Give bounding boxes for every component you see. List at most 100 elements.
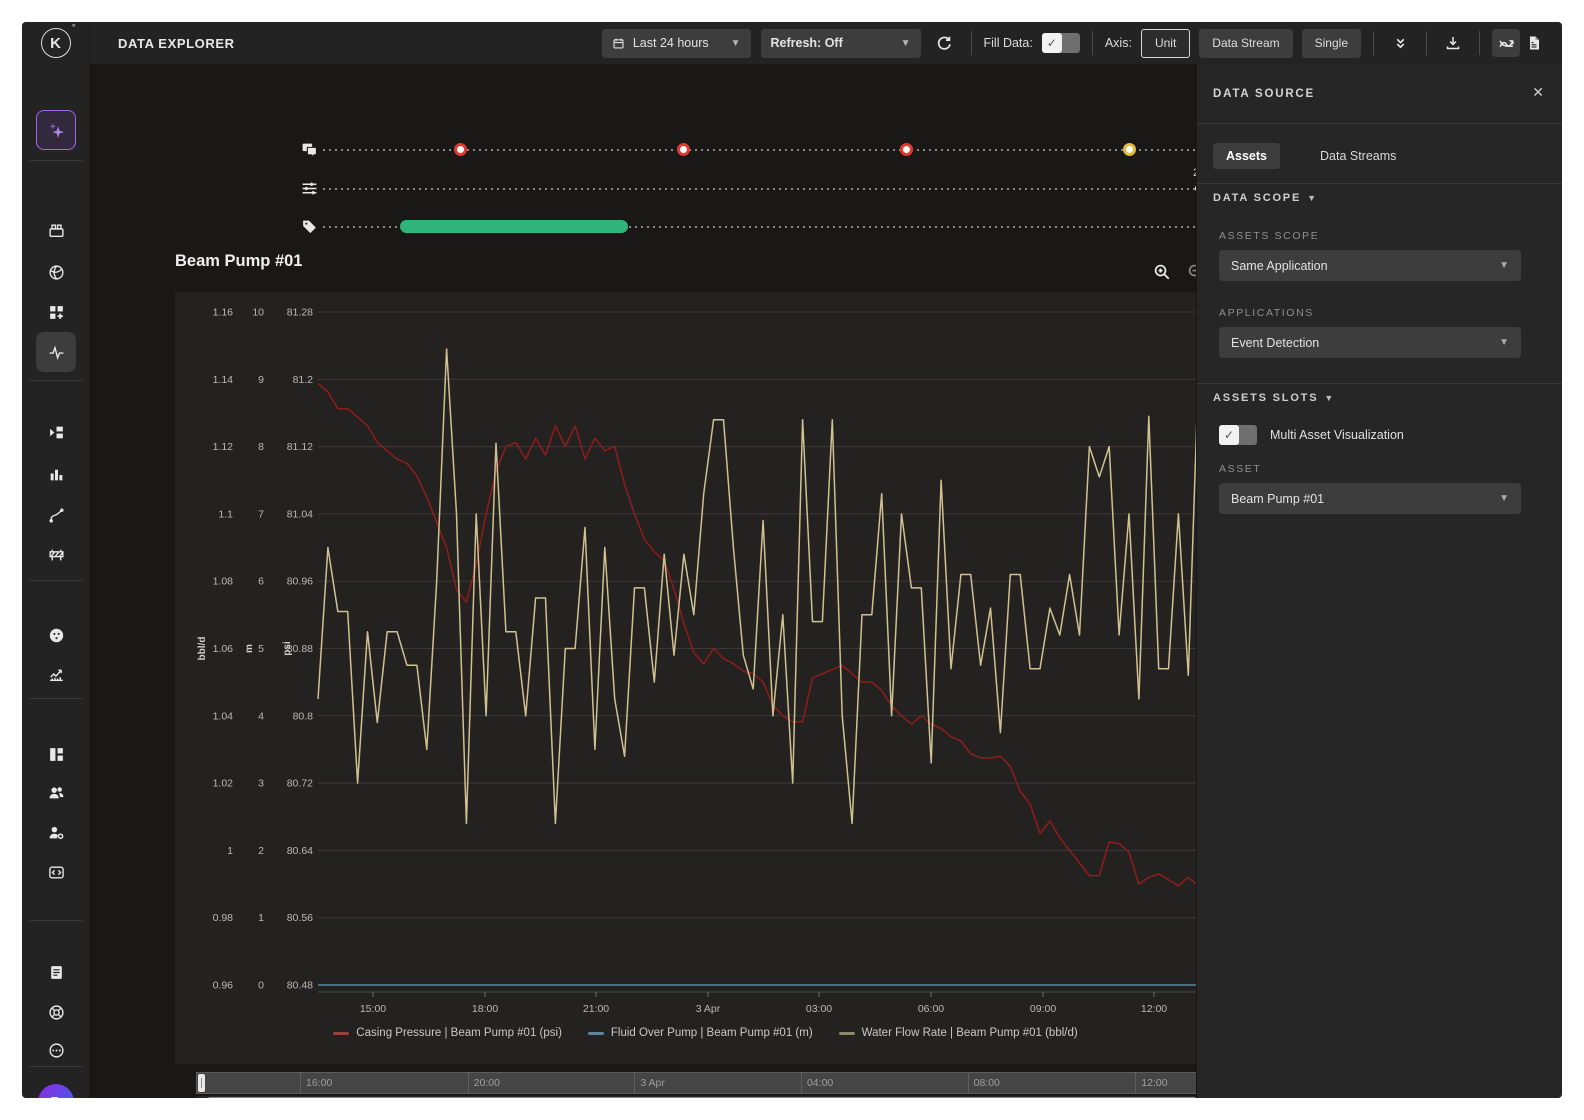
x-tick-label: 15:00 [360,1003,386,1015]
user-avatar[interactable]: D [38,1084,74,1098]
sidebar-item-code[interactable] [36,852,76,892]
applications-dropdown[interactable]: Event Detection ▼ [1219,327,1521,358]
sparkle-assistant-icon [48,122,65,139]
y-axis-title: bbl/d [197,637,208,661]
y-tick-label: 0 [258,980,264,992]
y-tick-label: 0.96 [213,980,234,992]
event-marker-red[interactable] [677,143,690,156]
x-tick-label: 21:00 [583,1003,609,1015]
minimap-tick [1135,1073,1136,1093]
timeline-minimap[interactable]: 16:0020:003 Apr04:0008:0012:00 [196,1072,1208,1094]
minimap-left-handle[interactable] [198,1074,205,1092]
sidebar-item-barrier[interactable] [36,534,76,574]
sidebar-divider [30,160,82,161]
notes-icon [48,964,65,981]
legend-item[interactable]: Fluid Over Pump | Beam Pump #01 (m) [588,1027,813,1039]
y-tick-label: 2 [258,845,264,857]
sidebar-item-workflow[interactable] [36,412,76,452]
axis-mode-data-stream-button[interactable]: Data Stream [1199,29,1292,58]
sidebar-item-trend-chart[interactable] [36,654,76,694]
axis-mode-unit-button[interactable]: Unit [1141,29,1190,58]
sidebar-item-notes[interactable] [36,952,76,992]
tab-assets[interactable]: Assets [1213,143,1280,169]
minimap-tick-label: 08:00 [974,1077,1000,1089]
collapse-all-button[interactable] [1386,29,1414,57]
close-icon[interactable]: ✕ [1532,84,1544,101]
event-marker-yellow[interactable] [1123,143,1136,156]
lane-tag-icon[interactable] [301,218,318,240]
event-range-bar[interactable] [400,220,628,233]
legend-swatch-icon [839,1032,855,1035]
top-toolbar: K DATA EXPLORER Last 24 hours ▼ Refresh:… [22,22,1562,64]
y-tick-label: 1.12 [213,441,234,453]
dashboard-add-icon [48,304,65,321]
sidebar-item-apps[interactable] [36,210,76,250]
refresh-icon [936,35,953,52]
data-source-panel: DATA SOURCE ✕ Assets Data Streams DATA S… [1196,64,1562,1098]
sidebar-item-route[interactable] [36,495,76,535]
sidebar-item-api[interactable] [36,1030,76,1070]
lane-sliders-icon[interactable] [301,180,318,202]
lane-comments-icon[interactable] [301,141,318,163]
sidebar-item-activity[interactable] [36,332,76,372]
compare-trend-button[interactable] [1492,29,1520,57]
layout-icon [48,746,65,763]
sidebar-item-globe[interactable] [36,252,76,292]
event-marker-red[interactable] [900,143,913,156]
legend-item[interactable]: Water Flow Rate | Beam Pump #01 (bbl/d) [839,1027,1078,1039]
timeseries-chart: 1.161081.281.14981.21.12881.121.1781.041… [175,292,1236,1064]
legend-item[interactable]: Casing Pressure | Beam Pump #01 (psi) [333,1027,562,1039]
sidebar-divider [30,920,82,921]
legend-label: Water Flow Rate | Beam Pump #01 (bbl/d) [862,1027,1078,1039]
y-tick-label: 1.06 [213,643,234,655]
y-tick-label: 80.72 [287,778,313,790]
sidebar-item-dashboard-add[interactable] [36,292,76,332]
refresh-select[interactable]: Refresh: Off ▼ [761,29,921,58]
zoom-in-button[interactable] [1152,262,1172,282]
chevron-down-icon: ▼ [1499,493,1509,504]
minimap-tick-label: 04:00 [807,1077,833,1089]
chevron-down-icon: ▼ [1499,260,1509,271]
y-tick-label: 6 [258,576,264,588]
sidebar-item-users[interactable] [36,772,76,812]
y-tick-label: 81.2 [293,374,314,386]
y-tick-label: 81.12 [287,441,313,453]
minimap-tick-label: 3 Apr [640,1077,665,1089]
user-settings-icon [48,824,65,841]
sliders-icon [301,180,318,197]
x-tick-label: 09:00 [1030,1003,1056,1015]
sidebar-item-sparkle-assistant[interactable] [36,110,76,150]
event-marker-red[interactable] [454,143,467,156]
sidebar-item-user-settings[interactable] [36,812,76,852]
download-button[interactable] [1439,29,1467,57]
refresh-now-button[interactable] [931,29,959,57]
data-explorer-app: K DATA EXPLORER Last 24 hours ▼ Refresh:… [22,22,1562,1098]
asset-dropdown[interactable]: Beam Pump #01 ▼ [1219,483,1521,514]
assets-slots-header[interactable]: ASSETS SLOTS▼ [1213,392,1335,404]
time-range-select[interactable]: Last 24 hours ▼ [602,29,751,58]
axis-mode-single-button[interactable]: Single [1302,29,1361,58]
chart-panel[interactable]: 1.161081.281.14981.21.12881.121.1781.041… [175,292,1236,1064]
fill-data-toggle[interactable]: ✓ [1042,33,1080,53]
y-tick-label: 3 [258,778,264,790]
app-logo[interactable]: K [22,22,90,64]
horizontal-scrollbar[interactable]: ◀ ▶ ❚❚❚ [196,1096,1208,1098]
y-tick-label: 8 [258,441,264,453]
sidebar-item-monitor-face[interactable] [36,615,76,655]
sidebar-item-layout[interactable] [36,734,76,774]
minimap-tick [801,1073,802,1093]
activity-icon [48,344,65,361]
report-button[interactable] [1520,29,1548,57]
tab-data-streams[interactable]: Data Streams [1307,143,1409,169]
sidebar-item-bar-chart[interactable] [36,454,76,494]
multi-asset-toggle[interactable]: ✓ [1219,425,1257,445]
x-tick-label: 3 Apr [696,1003,721,1015]
assets-scope-label: ASSETS SCOPE [1219,230,1319,242]
sidebar-item-help-ring[interactable] [36,992,76,1032]
y-tick-label: 81.28 [287,307,313,319]
data-scope-header[interactable]: DATA SCOPE▼ [1213,192,1318,204]
scroll-left-arrow-icon[interactable]: ◀ [196,1096,206,1098]
assets-scope-dropdown[interactable]: Same Application ▼ [1219,250,1521,281]
scrollbar-thumb[interactable]: ❚❚❚ [208,1097,1196,1098]
globe-icon [48,264,65,281]
